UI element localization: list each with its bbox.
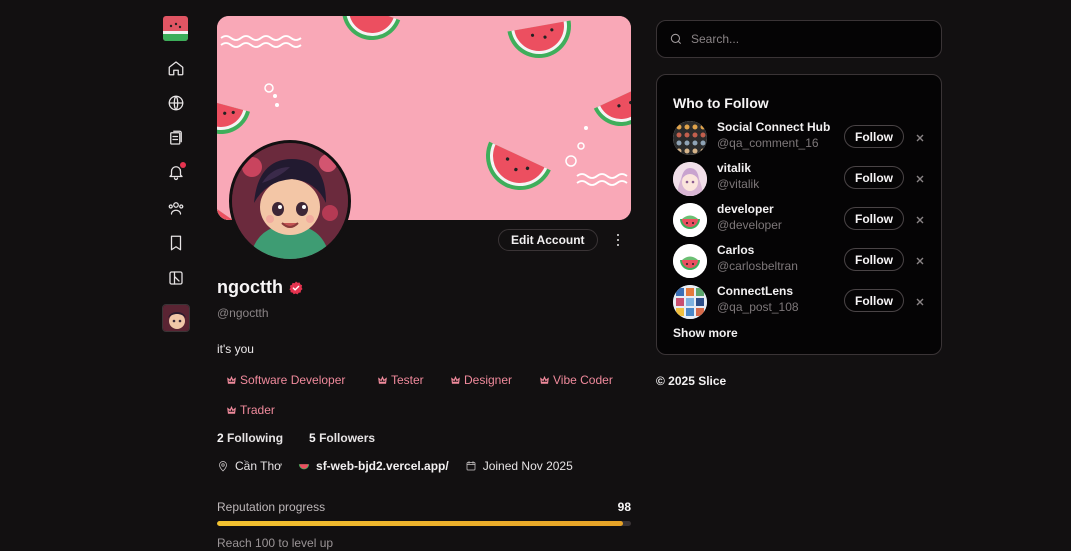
profile-avatar[interactable]: [229, 140, 351, 262]
suggested-user-name[interactable]: developer: [717, 202, 774, 216]
crown-icon: [227, 375, 236, 384]
website: sf-web-bjd2.vercel.app/: [298, 459, 449, 473]
search-icon: [670, 33, 682, 45]
suggested-user-name[interactable]: vitalik: [717, 161, 751, 175]
crown-icon: [378, 375, 387, 384]
premium-icon[interactable]: [164, 266, 188, 290]
grid-avatar[interactable]: [673, 121, 707, 155]
follow-button[interactable]: Follow: [844, 207, 904, 230]
search-input[interactable]: [691, 32, 921, 46]
follow-button[interactable]: Follow: [844, 166, 904, 189]
follow-button[interactable]: Follow: [844, 248, 904, 271]
anime-avatar[interactable]: [673, 162, 707, 196]
suggested-user-name[interactable]: ConnectLens: [717, 284, 793, 298]
reputation-progress-fill: [217, 521, 623, 526]
suggested-user-handle: @carlosbeltran: [717, 259, 798, 273]
suggested-user: developer @developer Follow: [673, 202, 935, 238]
joined-date: Joined Nov 2025: [465, 459, 573, 473]
copyright: © 2025 Slice: [656, 374, 727, 388]
tag-software-developer[interactable]: Software Developer: [227, 373, 345, 387]
show-more-link[interactable]: Show more: [673, 326, 738, 340]
bookmark-icon[interactable]: [164, 231, 188, 255]
followers-link[interactable]: 5 Followers: [309, 431, 375, 445]
profile-bio: it's you: [217, 342, 254, 356]
close-icon[interactable]: [916, 211, 928, 224]
tag-trader[interactable]: Trader: [227, 403, 275, 417]
verified-badge-icon: [289, 280, 303, 294]
suggested-user: ConnectLens @qa_post_108 Follow: [673, 284, 935, 320]
notification-dot: [180, 162, 186, 168]
suggested-user: Carlos @carlosbeltran Follow: [673, 243, 935, 279]
suggested-user-name[interactable]: Social Connect Hub: [717, 120, 830, 134]
display-name: ngoctth: [217, 277, 283, 297]
crown-icon: [227, 405, 236, 414]
suggested-user-name[interactable]: Carlos: [717, 243, 754, 257]
calendar-icon: [466, 461, 476, 471]
close-icon[interactable]: [916, 129, 928, 142]
following-link[interactable]: 2 Following: [217, 431, 283, 445]
more-options-icon[interactable]: [611, 230, 625, 250]
nav-user-avatar[interactable]: [162, 304, 190, 332]
close-icon[interactable]: [916, 252, 928, 265]
suggested-user-handle: @qa_post_108: [717, 300, 799, 314]
crown-icon: [540, 375, 549, 384]
suggested-user: vitalik @vitalik Follow: [673, 161, 935, 197]
tag-tester[interactable]: Tester: [378, 373, 424, 387]
tag-vibe-coder[interactable]: Vibe Coder: [540, 373, 613, 387]
watermelon-avatar[interactable]: [673, 244, 707, 278]
close-icon[interactable]: [916, 293, 928, 306]
reputation-progress-bar: [217, 521, 631, 526]
suggested-user-handle: @developer: [717, 218, 782, 232]
suggested-user-handle: @qa_comment_16: [717, 136, 819, 150]
globe-icon[interactable]: [164, 91, 188, 115]
home-icon[interactable]: [164, 56, 188, 80]
tag-designer[interactable]: Designer: [451, 373, 512, 387]
close-icon[interactable]: [916, 170, 928, 183]
watermelon-icon: [298, 464, 310, 470]
reputation-value: 98: [617, 500, 631, 514]
profile-page: Edit Account ngoctth @ngoctth it's you S…: [0, 0, 1071, 551]
reputation-hint: Reach 100 to level up: [217, 536, 334, 550]
users-icon[interactable]: [164, 196, 188, 220]
suggested-user-handle: @vitalik: [717, 177, 760, 191]
suggested-user: Social Connect Hub @qa_comment_16 Follow: [673, 120, 935, 156]
profile-meta: Cần Thơ sf-web-bjd2.vercel.app/ Joined N…: [217, 459, 589, 473]
location-pin-icon: [219, 461, 227, 472]
follow-button[interactable]: Follow: [844, 289, 904, 312]
location: Cần Thơ: [217, 459, 282, 473]
profile-handle: @ngoctth: [217, 306, 269, 320]
website-link[interactable]: sf-web-bjd2.vercel.app/: [316, 459, 449, 473]
crown-icon: [451, 375, 460, 384]
who-to-follow-title: Who to Follow: [673, 95, 769, 111]
mosaic-avatar[interactable]: [673, 285, 707, 319]
bell-icon[interactable]: [164, 160, 188, 184]
app-logo[interactable]: [163, 16, 188, 41]
follow-button[interactable]: Follow: [844, 125, 904, 148]
display-name-row: ngoctth: [217, 277, 303, 298]
clipboard-icon[interactable]: [164, 126, 188, 150]
search-box: [656, 20, 942, 58]
watermelon-avatar[interactable]: [673, 203, 707, 237]
edit-account-button[interactable]: Edit Account: [498, 229, 598, 251]
who-to-follow-panel: Who to Follow Social Connect Hub @qa_com…: [656, 74, 942, 355]
follow-stats: 2 Following 5 Followers: [217, 431, 375, 445]
reputation-label: Reputation progress: [217, 500, 326, 514]
